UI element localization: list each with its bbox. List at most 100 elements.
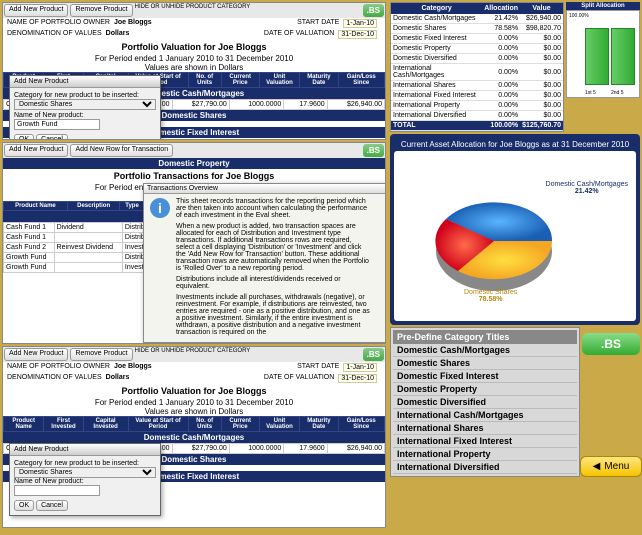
owner-label: NAME OF PORTFOLIO OWNER [7, 19, 110, 28]
col-header: No. of Units [188, 73, 221, 88]
col-header: Current Price [221, 73, 259, 88]
trans-title: Portfolio Transactions for Joe Bloggs [3, 169, 385, 183]
alloc-row: International Property0.00%$0.00 [391, 101, 563, 111]
category-item[interactable]: International Cash/Mortgages [393, 409, 577, 422]
info-icon: i [150, 198, 170, 218]
bs-icon: .BS [363, 4, 384, 17]
remove-product-button[interactable]: Remove Product [70, 4, 132, 17]
add-new-product-button[interactable]: Add New Product [4, 348, 68, 361]
col-header: Current Price [221, 417, 259, 432]
add-product-dialog: Add New Product Category for new product… [9, 75, 161, 140]
dialog-cat-select[interactable]: Domestic Shares [14, 467, 156, 478]
pie-label-1: Domestic Cash/Mortgages [546, 181, 628, 188]
valuation-panel: Add New Product Remove Product HIDE OR U… [2, 2, 386, 140]
col-header: Unit Valuation [259, 73, 300, 88]
denom-label: DENOMINATION OF VALUES [7, 30, 102, 39]
valuation-shown: Values are shown in Dollars [3, 63, 385, 72]
alloc-row: International Shares0.00%$0.00 [391, 81, 563, 91]
bs-icon: .BS [363, 144, 384, 157]
col-header: First Invested [44, 417, 83, 432]
split-bar-chart: 100.00% 1st 5 2nd 5 [566, 10, 640, 98]
col-header: Gain/Loss Since [338, 417, 384, 432]
category-item[interactable]: Domestic Shares [393, 357, 577, 370]
category-list: Pre-Define Category Titles Domestic Cash… [390, 327, 580, 477]
valuation-title: Portfolio Valuation for Joe Bloggs [3, 40, 385, 54]
info-p1: This sheet records transactions for the … [176, 198, 371, 219]
info-dialog: Transactions Overview i This sheet recor… [143, 183, 386, 343]
category-item[interactable]: International Fixed Interest [393, 435, 577, 448]
category-item[interactable]: International Diversified [393, 461, 577, 474]
dialog-cat-select[interactable]: Domestic Shares [14, 99, 156, 110]
alloc-row: Domestic Cash/Mortgages21.42%$26,940.00 [391, 14, 563, 24]
category-item[interactable]: Domestic Cash/Mortgages [393, 344, 577, 357]
col-header: Product Name [4, 417, 44, 432]
category-item[interactable]: International Property [393, 448, 577, 461]
col-header: Maturity Date [300, 417, 338, 432]
transactions-panel: Add New ProductAdd New Row for Transacti… [2, 142, 386, 344]
valdate-label: DATE OF VALUATION [264, 30, 334, 39]
col-header: Maturity Date [300, 73, 338, 88]
dialog-cancel-button[interactable]: Cancel [36, 500, 68, 511]
col-header: Unit Valuation [259, 417, 300, 432]
allocation-table: CategoryAllocationValueDomestic Cash/Mor… [390, 2, 564, 132]
dialog-cat-label: Category for new product to be inserted: [14, 92, 156, 99]
dialog-name-input[interactable] [14, 485, 100, 496]
pie-title: Current Asset Allocation for Joe Bloggs … [394, 138, 636, 151]
arrow-left-icon: ◀ [593, 461, 601, 472]
pie-value-1: 21.42% [575, 188, 599, 195]
add-row-button[interactable]: Add New Row for Transaction [70, 144, 173, 157]
add-new-product-button[interactable]: Add New Product [4, 4, 68, 17]
denom-value: Dollars [106, 30, 130, 39]
dialog-ok-button[interactable]: OK [14, 500, 34, 511]
dialog-ok-button[interactable]: OK [14, 134, 34, 140]
alloc-row: Domestic Property0.00%$0.00 [391, 44, 563, 54]
bs-icon: .BS [363, 348, 384, 361]
alloc-row: International Diversified0.00%$0.00 [391, 111, 563, 121]
info-p3: Distributions include all interest/divid… [176, 276, 371, 290]
alloc-row: Domestic Diversified0.00%$0.00 [391, 54, 563, 64]
pie-label-2: Domestic Shares [464, 289, 517, 296]
dialog-cancel-button[interactable]: Cancel [36, 134, 68, 140]
split-header: Split Allocation [566, 2, 640, 10]
alloc-row: International Cash/Mortgages0.00%$0.00 [391, 64, 563, 81]
start-label: START DATE [297, 19, 339, 28]
pie-chart: Domestic Cash/Mortgages21.42% Domestic S… [394, 151, 636, 321]
hide-category-label: HIDE OR UNHIDE PRODUCT CATEGORY [135, 4, 251, 17]
remove-product-button[interactable]: Remove Product [70, 348, 132, 361]
valdate-value: 31-Dec-10 [338, 30, 377, 39]
pie-value-2: 78.58% [479, 296, 503, 303]
category-list-header: Pre-Define Category Titles [393, 330, 577, 344]
category-item[interactable]: Domestic Fixed Interest [393, 370, 577, 383]
bs-logo: .BS [582, 333, 640, 355]
category-item[interactable]: Domestic Property [393, 383, 577, 396]
alloc-row: International Fixed Interest0.00%$0.00 [391, 91, 563, 101]
col-header: Description [67, 202, 120, 211]
info-p2: When a new product is added, two transac… [176, 223, 371, 272]
cat-header-property: Domestic Property [3, 158, 385, 169]
alloc-row: Domestic Shares78.58%$98,820.70 [391, 24, 563, 34]
col-header: Product Name [4, 202, 68, 211]
col-header: No. of Units [188, 417, 221, 432]
valuation-period: For Period ended 1 January 2010 to 31 De… [3, 54, 385, 63]
valuation-panel-2: Add New ProductRemove ProductHIDE OR UNH… [2, 346, 386, 528]
dialog-name-label: Name of New product: [14, 112, 156, 119]
col-header: Type [120, 202, 144, 211]
add-product-dialog-2: Add New Product Category for new product… [9, 443, 161, 516]
start-date: 1-Jan-10 [343, 19, 377, 28]
dialog-title: Add New Product [10, 76, 160, 88]
info-p4: Investments include all purchases, withd… [176, 294, 371, 336]
category-item[interactable]: Domestic Diversified [393, 396, 577, 409]
pie-panel: Current Asset Allocation for Joe Bloggs … [390, 134, 640, 325]
hide-category-label: HIDE OR UNHIDE PRODUCT CATEGORY [135, 348, 251, 361]
add-new-product-button[interactable]: Add New Product [4, 144, 68, 157]
info-title: Transactions Overview [144, 184, 386, 194]
col-header: Value at Start of Period [128, 417, 188, 432]
category-item[interactable]: International Shares [393, 422, 577, 435]
menu-button[interactable]: ◀Menu [580, 456, 642, 477]
col-header: Capital Invested [83, 417, 128, 432]
col-header: Gain/Loss Since [338, 73, 384, 88]
dialog-name-input[interactable] [14, 119, 100, 130]
owner-name: Joe Bloggs [114, 19, 152, 28]
alloc-row: Domestic Fixed Interest0.00%$0.00 [391, 34, 563, 44]
toolbar: Add New Product Remove Product HIDE OR U… [3, 3, 385, 18]
